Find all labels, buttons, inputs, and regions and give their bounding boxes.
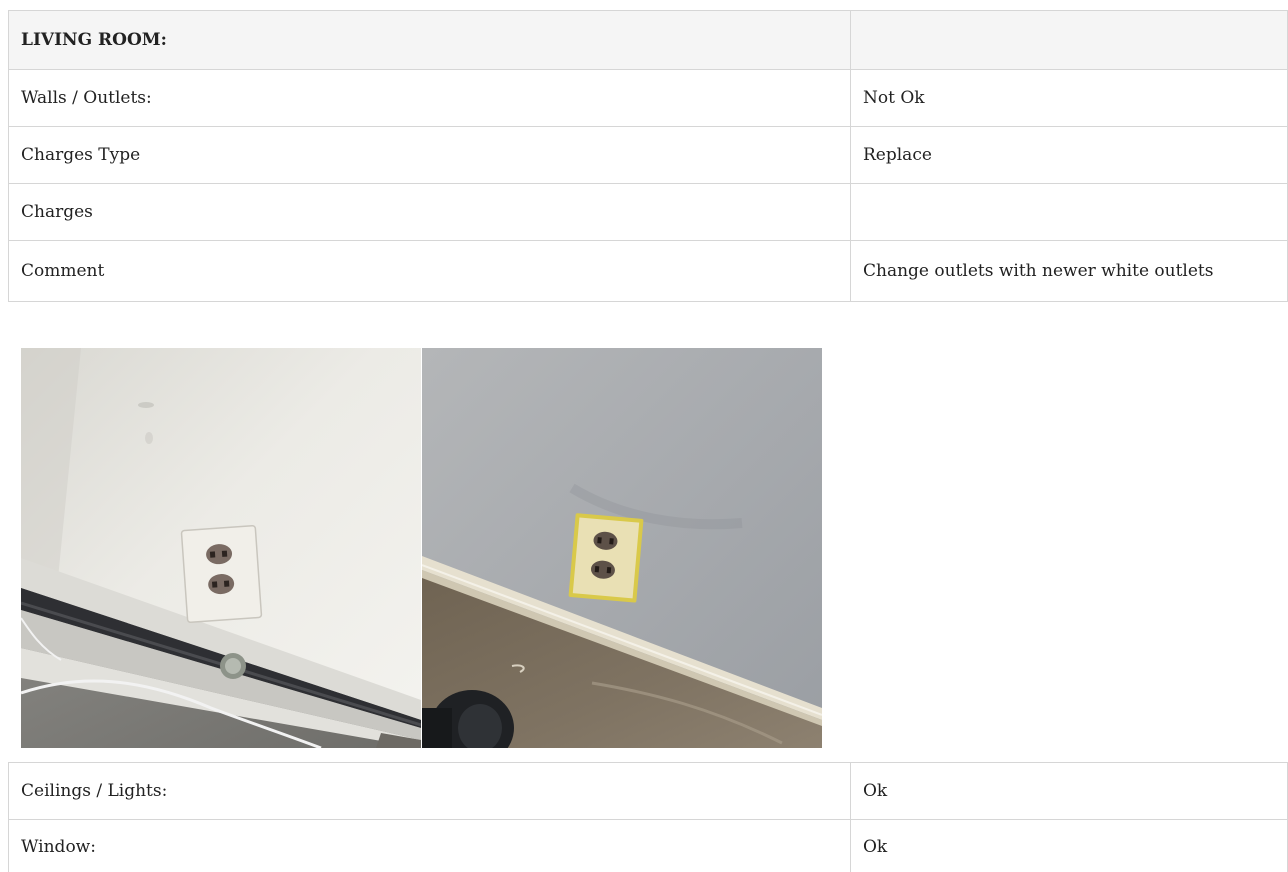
table-row: Comment Change outlets with newer white …: [8, 240, 1288, 302]
row-label-ceilings-lights: Ceilings / Lights:: [8, 762, 851, 820]
row-value-ceilings-lights: Ok: [850, 762, 1288, 820]
row-label-charges: Charges: [8, 183, 851, 241]
section-value: [850, 10, 1288, 70]
row-value-window: Ok: [850, 819, 1288, 872]
outlet-photo-2: [422, 348, 822, 748]
inspection-page: LIVING ROOM: Walls / Outlets: Not Ok Cha…: [0, 0, 1288, 872]
row-label-walls-outlets: Walls / Outlets:: [8, 69, 851, 127]
row-value-charges: [850, 183, 1288, 241]
table-row: Window: Ok: [8, 819, 1288, 872]
outlet-photo-1: [21, 348, 421, 748]
table-row: Ceilings / Lights: Ok: [8, 762, 1288, 820]
table-row: Charges Type Replace: [8, 126, 1288, 184]
row-value-charges-type: Replace: [850, 126, 1288, 184]
row-label-window: Window:: [8, 819, 851, 872]
row-value-comment: Change outlets with newer white outlets: [850, 240, 1288, 302]
section-title: LIVING ROOM:: [8, 10, 851, 70]
row-value-walls-outlets: Not Ok: [850, 69, 1288, 127]
table-row: Walls / Outlets: Not Ok: [8, 69, 1288, 127]
living-room-table-continued: Ceilings / Lights: Ok Window: Ok: [8, 762, 1288, 872]
table-row: LIVING ROOM:: [8, 10, 1288, 70]
living-room-table: LIVING ROOM: Walls / Outlets: Not Ok Cha…: [8, 10, 1288, 302]
table-row: Charges: [8, 183, 1288, 241]
row-label-charges-type: Charges Type: [8, 126, 851, 184]
row-label-comment: Comment: [8, 240, 851, 302]
